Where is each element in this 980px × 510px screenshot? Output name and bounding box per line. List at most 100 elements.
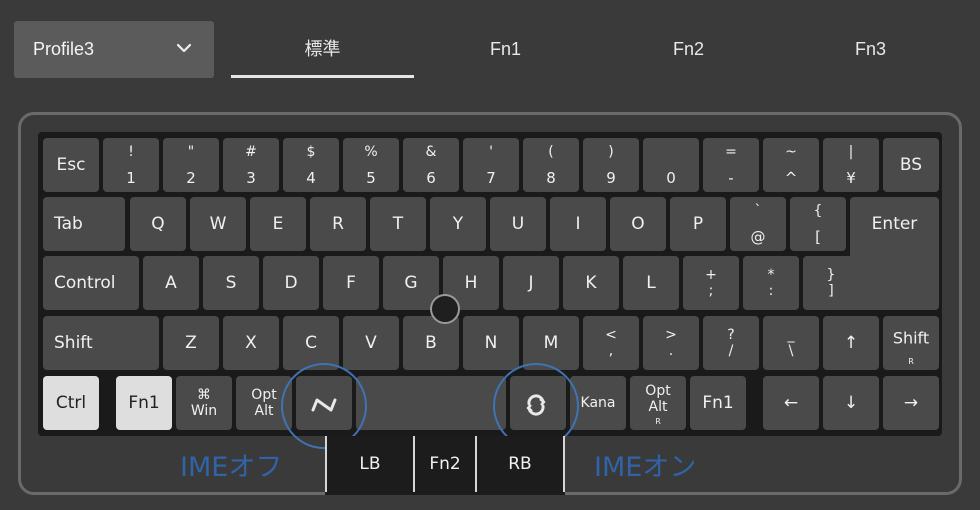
key-label: Alt [648, 399, 668, 415]
key-a[interactable]: A [143, 256, 199, 310]
thumb-key-fn2[interactable]: Fn2 [413, 436, 475, 492]
key-9[interactable]: ) 9 [583, 138, 639, 192]
key-period[interactable]: >. [643, 316, 699, 370]
key-caret[interactable]: ~ ^ [763, 138, 819, 192]
key-backspace[interactable]: BS [883, 138, 939, 192]
tab-fn2[interactable]: Fn2 [597, 21, 780, 78]
key-7[interactable]: ' 7 [463, 138, 519, 192]
key-k[interactable]: K [563, 256, 619, 310]
key-t[interactable]: T [370, 197, 426, 251]
key-label: BS [899, 155, 923, 175]
key-label: Enter [871, 214, 918, 234]
key-label: [ [815, 228, 821, 246]
key-label: 7 [486, 169, 496, 187]
key-label: G [404, 273, 418, 293]
key-yen[interactable]: | ¥ [823, 138, 879, 192]
key-enter[interactable]: Enter [850, 197, 939, 310]
key-6[interactable]: & 6 [403, 138, 459, 192]
profile-dropdown[interactable]: Profile3 [14, 21, 214, 78]
thumb-key-lb[interactable]: LB [325, 436, 413, 492]
key-label: 6 [426, 169, 436, 187]
key-u[interactable]: U [490, 197, 546, 251]
key-j[interactable]: J [503, 256, 559, 310]
key-left-arrow[interactable]: ← [763, 376, 819, 430]
key-opt-alt-left[interactable]: Opt Alt [236, 376, 292, 430]
key-o[interactable]: O [610, 197, 666, 251]
key-4[interactable]: $4 [283, 138, 339, 192]
key-l[interactable]: L [623, 256, 679, 310]
key-minus[interactable]: = - [703, 138, 759, 192]
key-1[interactable]: ! 1 [103, 138, 159, 192]
key-label: H [464, 273, 478, 293]
key-label: T [392, 214, 404, 234]
key-label: 8 [546, 169, 556, 187]
key-label: Shift [54, 333, 93, 353]
key-fn1-right[interactable]: Fn1 [690, 376, 746, 430]
key-win[interactable]: ⌘ Win [176, 376, 232, 430]
key-ro[interactable]: _ \ [763, 316, 819, 370]
key-shift-label: ) [608, 144, 614, 160]
key-legend: Opt Alt [236, 387, 292, 419]
key-v[interactable]: V [343, 316, 399, 370]
key-legend: _ \ [763, 327, 819, 359]
key-comma[interactable]: <, [583, 316, 639, 370]
key-fn1-left[interactable]: Fn1 [116, 376, 172, 430]
ime-on-annotation: IMEオン [594, 452, 697, 483]
key-slash[interactable]: ? / [703, 316, 759, 370]
key-right-arrow[interactable]: → [883, 376, 939, 430]
key-shift-label: + [705, 267, 717, 283]
trackpoint[interactable] [430, 294, 460, 324]
key-label: 4 [306, 169, 316, 187]
key-b[interactable]: B [403, 316, 459, 370]
key-right-bracket[interactable]: }] [803, 256, 859, 310]
thumb-key-rb[interactable]: RB [475, 436, 565, 492]
key-s[interactable]: S [203, 256, 259, 310]
key-8[interactable]: (8 [523, 138, 579, 192]
key-label: Ctrl [55, 393, 87, 413]
key-i[interactable]: I [550, 197, 606, 251]
key-c[interactable]: C [283, 316, 339, 370]
key-semicolon[interactable]: +; [683, 256, 739, 310]
key-kana[interactable]: Kana [570, 376, 626, 430]
key-2[interactable]: " 2 [163, 138, 219, 192]
key-y[interactable]: Y [430, 197, 486, 251]
key-p[interactable]: P [670, 197, 726, 251]
tab-standard[interactable]: 標準 [231, 21, 414, 78]
key-control[interactable]: Control [43, 256, 139, 310]
key-tab[interactable]: Tab [43, 197, 125, 251]
key-3[interactable]: #3 [223, 138, 279, 192]
key-at[interactable]: ` @ [730, 197, 786, 251]
key-shift-label: < [605, 327, 617, 343]
key-ctrl[interactable]: Ctrl [43, 376, 99, 430]
key-d[interactable]: D [263, 256, 319, 310]
key-w[interactable]: W [190, 197, 246, 251]
key-r[interactable]: R [310, 197, 366, 251]
key-shift-label: " [187, 144, 195, 160]
key-z[interactable]: Z [163, 316, 219, 370]
key-m[interactable]: M [523, 316, 579, 370]
key-label: W [209, 214, 227, 234]
key-label: 0 [666, 169, 676, 187]
key-opt-alt-right[interactable]: Opt Alt R [630, 376, 686, 430]
key-down-arrow[interactable]: ↓ [823, 376, 879, 430]
key-esc[interactable]: Esc [43, 138, 99, 192]
key-x[interactable]: X [223, 316, 279, 370]
key-shift-left[interactable]: Shift [43, 316, 159, 370]
key-0[interactable]: 0 [643, 138, 699, 192]
key-n[interactable]: N [463, 316, 519, 370]
key-left-bracket[interactable]: {[ [790, 197, 846, 251]
key-shift-label: > [665, 327, 677, 343]
key-up-arrow[interactable]: ↑ [823, 316, 879, 370]
key-label: B [425, 333, 437, 353]
key-label: ; [708, 283, 714, 299]
key-space-left[interactable] [356, 376, 506, 430]
key-e[interactable]: E [250, 197, 306, 251]
key-5[interactable]: % 5 [343, 138, 399, 192]
key-shift-right[interactable]: Shift R [883, 316, 939, 370]
key-legend: <, [583, 327, 639, 359]
tab-fn1[interactable]: Fn1 [414, 21, 597, 78]
key-f[interactable]: F [323, 256, 379, 310]
tab-fn3[interactable]: Fn3 [780, 21, 961, 78]
key-q[interactable]: Q [130, 197, 186, 251]
key-colon[interactable]: *: [743, 256, 799, 310]
